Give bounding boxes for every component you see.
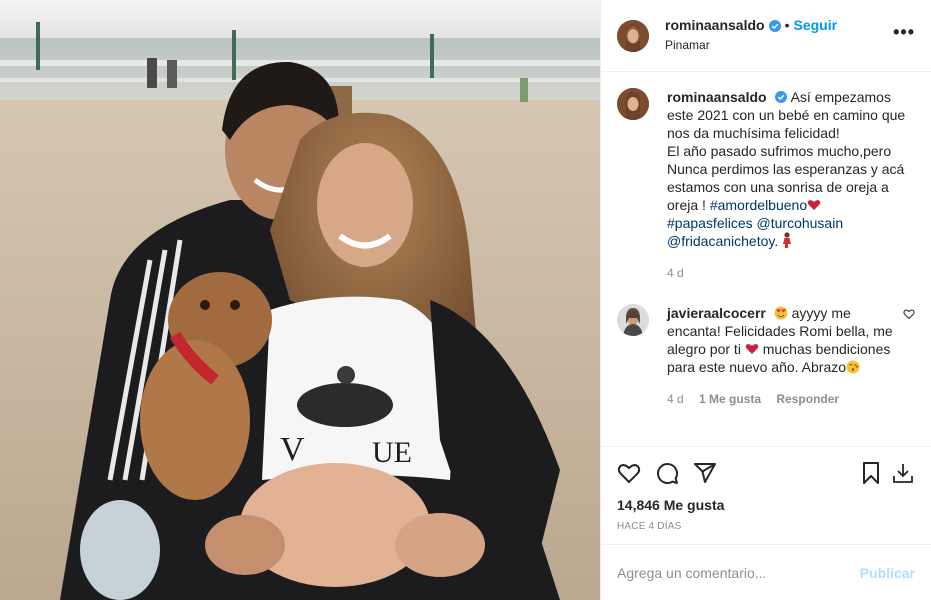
author-avatar[interactable] (617, 19, 649, 52)
comment-time[interactable]: 4 d (667, 392, 684, 406)
download-icon[interactable] (891, 461, 915, 485)
comments-section: rominaansaldo Así empezamos este 2021 co… (601, 72, 931, 446)
caption-meta: 4 d (667, 264, 915, 282)
author-username[interactable]: rominaansaldo (665, 17, 765, 34)
comment-body: javieraalcocerr ayyyy me encanta! Felici… (667, 304, 893, 408)
action-icons-row (617, 453, 915, 493)
hashtag-amordelbueno[interactable]: #amordelbueno (710, 197, 807, 213)
caption-body: rominaansaldo Así empezamos este 2021 co… (667, 88, 915, 282)
heart-icon[interactable] (617, 461, 641, 485)
beach-photo-illustration: V UE (0, 0, 600, 600)
reply-button[interactable]: Responder (776, 392, 839, 406)
post-photo[interactable]: V UE (0, 0, 600, 600)
comment-input[interactable] (617, 564, 860, 581)
comment-meta: 4 d 1 Me gusta Responder (667, 390, 893, 408)
commenter-avatar[interactable] (617, 304, 649, 336)
commenter-avatar-image (617, 304, 649, 336)
heart-eyes-emoji-icon (774, 306, 788, 320)
post-side-panel: rominaansaldo • Seguir Pinamar ••• romin… (600, 0, 931, 600)
caption-time[interactable]: 4 d (667, 266, 684, 280)
caption-username[interactable]: rominaansaldo (667, 89, 767, 105)
small-heart-icon[interactable] (903, 308, 915, 320)
separator-dot: • (784, 17, 790, 33)
hashtag-papasfelices[interactable]: #papasfelices (667, 215, 753, 231)
post-header: rominaansaldo • Seguir Pinamar ••• (601, 0, 931, 72)
caption-avatar[interactable] (617, 88, 649, 120)
comment-icon[interactable] (655, 461, 679, 485)
red-heart-emoji-icon (807, 200, 821, 210)
mention-fridacanichetoy[interactable]: @fridacanichetoy (667, 233, 774, 249)
red-heart-emoji-icon (745, 344, 759, 354)
header-text: rominaansaldo • Seguir Pinamar (665, 17, 893, 54)
add-comment-bar: Publicar (601, 544, 931, 600)
more-options-icon[interactable]: ••• (893, 22, 915, 49)
pregnant-woman-emoji-icon (783, 232, 792, 248)
svg-text:UE: UE (372, 436, 412, 469)
instagram-post: V UE rominaansaldo • Seguir Pinamar ••• … (0, 0, 931, 600)
kissing-emoji-icon (846, 360, 860, 374)
post-date[interactable]: HACE 4 DÍAS (617, 521, 915, 544)
author-avatar-image (617, 19, 649, 52)
svg-text:V: V (280, 431, 305, 468)
caption-avatar-image (617, 88, 649, 120)
comment-item: javieraalcocerr ayyyy me encanta! Felici… (617, 304, 915, 408)
likes-count[interactable]: 14,846 Me gusta (617, 497, 915, 513)
verified-badge-icon (774, 91, 787, 103)
verified-badge-icon (768, 19, 781, 32)
location-link[interactable]: Pinamar (665, 37, 893, 54)
mention-turcohusain[interactable]: @turcohusain (757, 215, 844, 231)
save-icon[interactable] (859, 461, 883, 485)
caption: rominaansaldo Así empezamos este 2021 co… (617, 88, 915, 282)
commenter-username[interactable]: javieraalcocerr (667, 305, 766, 321)
comment-likes[interactable]: 1 Me gusta (699, 392, 761, 406)
share-icon[interactable] (693, 461, 717, 485)
post-actions: 14,846 Me gusta HACE 4 DÍAS (601, 446, 931, 544)
publish-button[interactable]: Publicar (860, 565, 915, 581)
follow-button[interactable]: Seguir (794, 17, 838, 34)
